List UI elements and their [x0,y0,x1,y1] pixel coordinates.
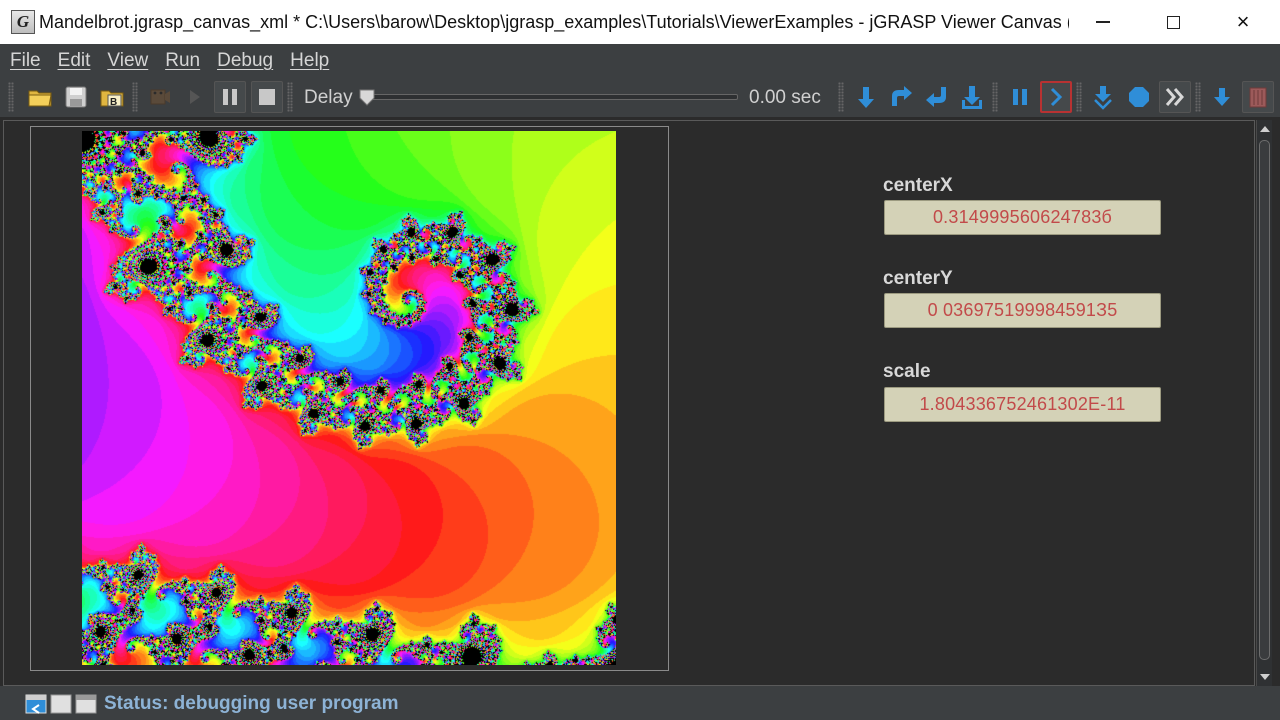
step-button[interactable] [850,81,882,113]
minimize-icon [1096,21,1110,23]
close-button[interactable]: × [1208,0,1278,44]
run-movie-icon [150,89,170,105]
save-as-button[interactable]: B [96,81,128,113]
resume-button[interactable] [1040,81,1072,113]
vertical-scrollbar[interactable] [1256,120,1272,686]
step-in-icon [926,87,946,107]
play-button[interactable] [178,81,210,113]
maximize-button[interactable] [1138,0,1208,44]
push-icon [1214,88,1230,106]
scroll-thumb[interactable] [1259,140,1270,660]
delay-label: Delay [304,87,353,108]
save-as-b-icon: B [100,90,124,108]
open-folder-icon [28,90,52,107]
step-out-icon [962,86,982,109]
step-out-button[interactable] [956,81,988,113]
menu-view[interactable]: View [107,50,148,72]
menu-help[interactable]: Help [290,50,329,72]
maximize-icon [1166,15,1180,29]
minimize-panel-icon[interactable] [75,693,97,715]
scroll-down-icon[interactable] [1260,674,1270,680]
centerx-label: centerX [883,175,953,196]
window-title: Mandelbrot.jgrasp_canvas_xml * C:\Users\… [39,12,1069,32]
stop-button[interactable] [251,81,283,113]
minimize-button[interactable] [1068,0,1138,44]
fast-forward-button[interactable] [1159,81,1191,113]
fast-forward-icon [1165,88,1184,106]
save-button[interactable] [60,81,92,113]
step-over-icon [892,86,912,106]
scroll-up-icon[interactable] [1260,126,1270,132]
svg-text:B: B [110,97,117,108]
resume-icon [1050,87,1063,107]
centery-label: centerY [883,268,953,289]
mandelbrot-canvas[interactable] [82,131,616,665]
dock-icon[interactable] [25,693,47,715]
toolbar-grip[interactable] [8,82,14,112]
scale-label: scale [883,361,931,382]
run-movie-button[interactable] [144,81,176,113]
auto-resume-icon [1129,87,1149,107]
menu-bar: File Edit View Run Debug Help [0,44,1280,77]
status-text: Status: debugging user program [104,693,399,714]
centerx-value[interactable]: 0.314999560624783б [884,200,1161,235]
window-icon[interactable] [50,693,72,715]
delay-slider-track[interactable] [360,94,738,100]
delay-slider-thumb[interactable] [358,88,376,106]
toolbar-grip[interactable] [287,82,293,112]
toolbar-grip[interactable] [132,82,138,112]
pause-icon [223,89,237,105]
step-in-button[interactable] [921,81,953,113]
open-button[interactable] [24,81,56,113]
suspend-icon [1013,89,1027,105]
save-icon [65,86,87,108]
auto-resume-button[interactable] [1123,81,1155,113]
pop-icon [1249,87,1267,108]
push-button[interactable] [1206,81,1238,113]
play-icon [190,90,200,104]
mandelbrot-image[interactable] [82,131,616,665]
pause-button[interactable] [214,81,246,113]
menu-debug[interactable]: Debug [217,50,273,72]
menu-run[interactable]: Run [165,50,200,72]
title-bar: G Mandelbrot.jgrasp_canvas_xml * C:\User… [0,0,1280,44]
close-icon: × [1236,9,1250,34]
menu-file[interactable]: File [10,50,41,72]
centery-value[interactable]: 0 036975199984591З5 [884,293,1161,328]
suspend-button[interactable] [1004,81,1036,113]
auto-step-button[interactable] [1087,81,1119,113]
step-over-button[interactable] [885,81,917,113]
menu-edit[interactable]: Edit [58,50,91,72]
jgrasp-app-icon: G [11,10,35,34]
step-icon [858,87,874,108]
scale-value[interactable]: 1.804336752461302E-11 [884,387,1161,422]
delay-value: 0.00 sec [749,87,821,108]
pop-button[interactable] [1242,81,1274,113]
auto-step-icon [1094,86,1112,110]
stop-icon [259,89,275,105]
